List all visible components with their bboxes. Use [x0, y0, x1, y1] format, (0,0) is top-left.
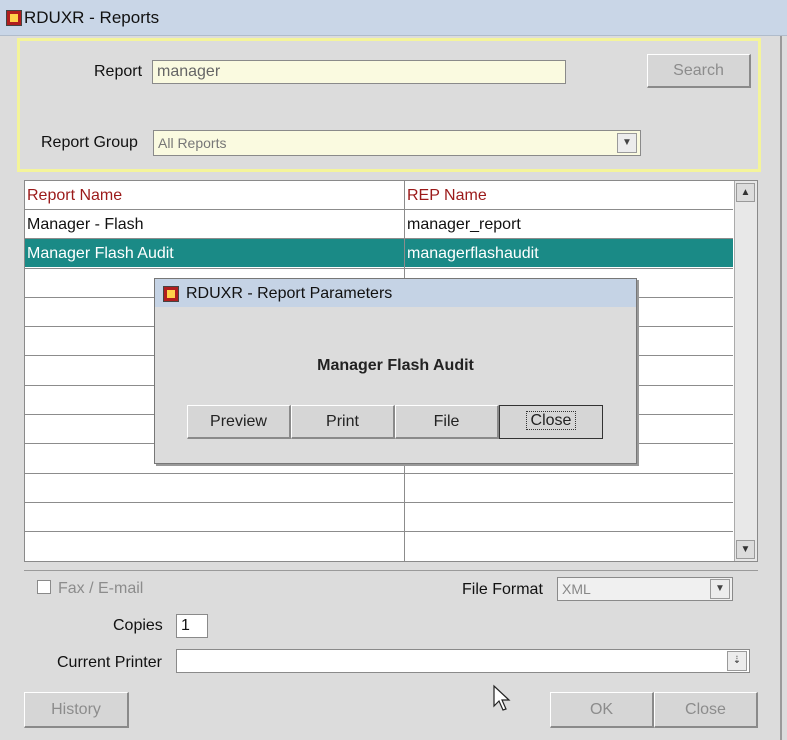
history-button[interactable]: History — [24, 692, 129, 728]
row-report-name: Manager - Flash — [27, 216, 144, 233]
window-titlebar: RDUXR - Reports — [0, 0, 787, 36]
file-format-select[interactable]: XML — [557, 577, 733, 601]
grid-line — [25, 502, 733, 503]
grid-line — [25, 238, 733, 239]
row-report-name: Manager Flash Audit — [27, 245, 174, 262]
report-label: Report — [94, 63, 143, 80]
report-search-input[interactable]: manager — [152, 60, 566, 84]
row-rep-name: manager_report — [407, 216, 521, 233]
mouse-cursor-icon — [493, 684, 511, 711]
app-icon — [6, 10, 22, 26]
report-group-select[interactable]: All Reports — [153, 130, 641, 156]
file-format-dropdown-arrow-icon[interactable]: ▼ — [710, 579, 730, 599]
close-button[interactable]: Close — [654, 692, 758, 728]
dialog-titlebar: RDUXR - Report Parameters — [155, 279, 636, 307]
fax-email-checkbox[interactable] — [37, 580, 51, 594]
report-parameters-dialog: RDUXR - Report Parameters Manager Flash … — [154, 278, 637, 464]
print-button-label: Print — [326, 413, 359, 430]
dialog-message: Manager Flash Audit — [317, 357, 474, 374]
column-header-rep-name[interactable]: REP Name — [407, 187, 487, 205]
grid-line — [25, 473, 733, 474]
dialog-title: RDUXR - Report Parameters — [186, 285, 393, 302]
file-button-label: File — [433, 413, 460, 430]
report-group-value: All Reports — [158, 135, 227, 151]
scroll-up-icon[interactable]: ▲ — [736, 183, 755, 202]
report-group-label: Report Group — [41, 134, 138, 151]
current-printer-select[interactable] — [176, 649, 750, 673]
row-rep-name: managerflashaudit — [407, 245, 539, 262]
table-row[interactable]: Manager - Flash manager_report — [25, 210, 733, 238]
report-group-dropdown-arrow-icon[interactable]: ▼ — [617, 133, 637, 153]
search-button-label: Search — [673, 62, 724, 79]
current-printer-label: Current Printer — [57, 654, 162, 671]
grid-line — [25, 531, 733, 532]
dialog-close-button[interactable]: Close — [499, 405, 603, 439]
column-header-report-name[interactable]: Report Name — [27, 187, 122, 205]
grid-line — [25, 268, 733, 269]
preview-button-label: Preview — [210, 413, 267, 430]
scroll-down-icon[interactable]: ▼ — [736, 540, 755, 559]
copies-label: Copies — [113, 617, 163, 634]
history-button-label: History — [51, 701, 101, 718]
search-button[interactable]: Search — [647, 54, 751, 88]
fax-email-label: Fax / E-mail — [58, 580, 144, 597]
file-format-value: XML — [562, 581, 591, 597]
app-icon — [163, 286, 179, 302]
printer-list-arrow-icon[interactable]: ⇣ — [727, 651, 747, 671]
file-button[interactable]: File — [395, 405, 499, 439]
table-row-selected[interactable]: Manager Flash Audit managerflashaudit — [25, 239, 733, 267]
ok-button[interactable]: OK — [550, 692, 654, 728]
print-button[interactable]: Print — [291, 405, 395, 439]
dialog-close-button-label: Close — [525, 411, 577, 430]
copies-input[interactable]: 1 — [176, 614, 208, 638]
preview-button[interactable]: Preview — [187, 405, 291, 439]
ok-button-label: OK — [589, 701, 614, 718]
file-format-label: File Format — [462, 581, 543, 598]
window-title: RDUXR - Reports — [24, 8, 160, 27]
grid-scrollbar[interactable] — [734, 181, 757, 561]
close-button-label: Close — [685, 701, 726, 718]
